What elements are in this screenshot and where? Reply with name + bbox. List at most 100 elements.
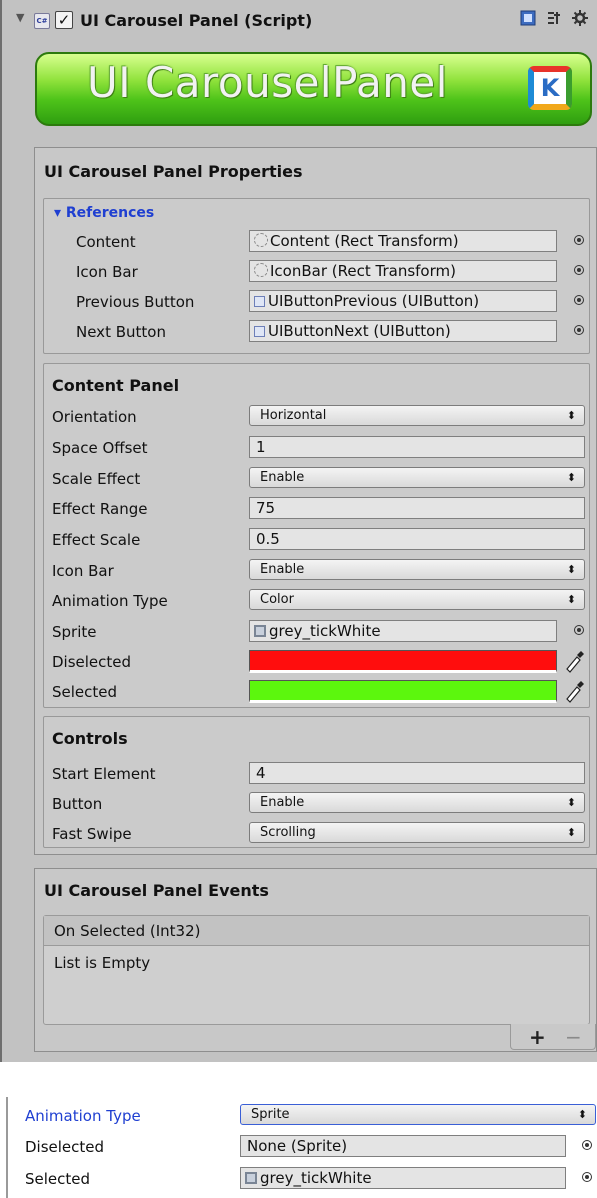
previous-button-ref-value: UIButtonPrevious (UIButton) (268, 292, 480, 310)
banner-title: UI CarouselPanel (87, 58, 448, 107)
object-picker-icon[interactable] (582, 1172, 592, 1182)
orientation-dropdown[interactable]: Horizontal ⬍ (249, 405, 585, 426)
references-foldout[interactable]: ▾ References (54, 205, 154, 221)
object-picker-icon[interactable] (582, 1140, 592, 1150)
eyedropper-icon[interactable] (563, 647, 585, 673)
object-picker-icon[interactable] (574, 235, 584, 245)
next-button-ref-row: Next Button UIButtonNext (UIButton) (44, 319, 589, 347)
animation-type-row: Animation Type Color ⬍ (44, 588, 589, 616)
fold-arrow-icon[interactable]: ▼ (16, 11, 24, 24)
eyedropper-icon[interactable] (563, 677, 585, 703)
icon-bar-dropdown[interactable]: Enable ⬍ (249, 559, 585, 580)
dropdown-arrow-icon: ⬍ (566, 826, 576, 839)
effect-range-label: Effect Range (52, 500, 148, 518)
alt-selected-value: grey_tickWhite (260, 1169, 372, 1187)
enabled-checkbox[interactable]: ✓ (55, 11, 73, 29)
effect-range-row: Effect Range 75 (44, 496, 589, 524)
space-offset-field[interactable]: 1 (249, 436, 585, 458)
properties-title: UI Carousel Panel Properties (44, 162, 303, 181)
icon-bar-ref-value: IconBar (Rect Transform) (270, 262, 456, 280)
sprite-icon (254, 625, 266, 637)
alt-diselected-row: Diselected None (Sprite) (6, 1134, 597, 1162)
fast-swipe-label: Fast Swipe (52, 825, 132, 843)
remove-event-button[interactable]: − (565, 1025, 582, 1049)
scale-effect-label: Scale Effect (52, 470, 141, 488)
object-picker-icon[interactable] (574, 325, 584, 335)
orientation-row: Orientation Horizontal ⬍ (44, 404, 589, 432)
event-list-buttons: + − (510, 1024, 596, 1050)
animation-type-dropdown[interactable]: Color ⬍ (249, 589, 585, 610)
content-panel-title: Content Panel (52, 376, 180, 395)
dropdown-arrow-icon: ⬍ (566, 563, 576, 576)
button-dropdown[interactable]: Enable ⬍ (249, 792, 585, 813)
icon-bar-ref-field[interactable]: IconBar (Rect Transform) (249, 260, 557, 282)
sprite-row: Sprite grey_tickWhite (44, 619, 589, 647)
icon-bar-value: Enable (260, 562, 305, 577)
rect-transform-icon (254, 233, 268, 247)
previous-button-ref-field[interactable]: UIButtonPrevious (UIButton) (249, 290, 557, 312)
inspector-panel: ▼ C# ✓ UI Carousel Panel (Script) UI Car… (0, 0, 597, 1062)
settings-gear-icon[interactable] (572, 10, 588, 30)
diselected-row: Diselected (44, 649, 589, 677)
controls-section: Controls Start Element 4 Button Enable ⬍ … (43, 716, 590, 848)
content-ref-field[interactable]: Content (Rect Transform) (249, 230, 557, 252)
button-value: Enable (260, 795, 305, 810)
properties-box: UI Carousel Panel Properties ▾ Reference… (34, 147, 597, 855)
component-header[interactable]: ▼ C# ✓ UI Carousel Panel (Script) (2, 0, 597, 44)
alt-diselected-label: Diselected (25, 1138, 105, 1156)
alt-diselected-field[interactable]: None (Sprite) (240, 1135, 566, 1157)
icon-bar-row: Icon Bar Enable ⬍ (44, 558, 589, 586)
effect-range-field[interactable]: 75 (249, 497, 585, 519)
presets-icon[interactable] (546, 10, 562, 30)
object-picker-icon[interactable] (574, 265, 584, 275)
events-box: UI Carousel Panel Events On Selected (In… (34, 868, 597, 1052)
carousel-banner: UI CarouselPanel K (35, 52, 592, 126)
rect-transform-icon (254, 263, 268, 277)
sprite-field[interactable]: grey_tickWhite (249, 620, 557, 642)
alt-animation-type-row: Animation Type Sprite ⬍ (6, 1103, 597, 1131)
icon-bar-label: Icon Bar (52, 562, 114, 580)
sprite-value: grey_tickWhite (269, 622, 381, 640)
help-book-icon[interactable] (520, 10, 536, 30)
button-row: Button Enable ⬍ (44, 791, 589, 819)
events-title: UI Carousel Panel Events (44, 881, 269, 900)
content-ref-row: Content Content (Rect Transform) (44, 229, 589, 257)
scale-effect-dropdown[interactable]: Enable ⬍ (249, 467, 585, 488)
alt-animation-type-label: Animation Type (25, 1107, 141, 1125)
alt-animation-type-dropdown[interactable]: Sprite ⬍ (240, 1104, 596, 1125)
next-button-ref-value: UIButtonNext (UIButton) (268, 322, 451, 340)
selected-color-field[interactable] (249, 680, 557, 703)
previous-button-ref-label: Previous Button (76, 293, 195, 311)
effect-scale-label: Effect Scale (52, 531, 141, 549)
fast-swipe-value: Scrolling (260, 825, 316, 840)
space-offset-label: Space Offset (52, 439, 148, 457)
sprite-label: Sprite (52, 623, 97, 641)
add-event-button[interactable]: + (529, 1025, 546, 1049)
button-label: Button (52, 795, 103, 813)
diselected-color-field[interactable] (249, 650, 557, 673)
previous-button-ref-row: Previous Button UIButtonPrevious (UIButt… (44, 289, 589, 317)
object-picker-icon[interactable] (574, 625, 584, 635)
diselected-label: Diselected (52, 653, 132, 671)
fast-swipe-row: Fast Swipe Scrolling ⬍ (44, 821, 589, 849)
references-label: References (65, 205, 155, 221)
object-picker-icon[interactable] (574, 295, 584, 305)
start-element-label: Start Element (52, 765, 156, 783)
alt-selected-label: Selected (25, 1170, 91, 1188)
icon-bar-ref-label: Icon Bar (76, 263, 138, 281)
alt-selected-field[interactable]: grey_tickWhite (240, 1167, 566, 1189)
dropdown-arrow-icon: ⬍ (566, 409, 576, 422)
script-icon (254, 296, 265, 307)
selected-label: Selected (52, 683, 118, 701)
next-button-ref-field[interactable]: UIButtonNext (UIButton) (249, 320, 557, 342)
scale-effect-row: Scale Effect Enable ⬍ (44, 466, 589, 494)
dropdown-arrow-icon: ⬍ (566, 471, 576, 484)
effect-scale-row: Effect Scale 0.5 (44, 527, 589, 555)
effect-scale-field[interactable]: 0.5 (249, 528, 585, 550)
fast-swipe-dropdown[interactable]: Scrolling ⬍ (249, 822, 585, 843)
orientation-label: Orientation (52, 408, 137, 426)
selected-row: Selected (44, 679, 589, 707)
start-element-row: Start Element 4 (44, 761, 589, 789)
space-offset-row: Space Offset 1 (44, 435, 589, 463)
start-element-field[interactable]: 4 (249, 762, 585, 784)
